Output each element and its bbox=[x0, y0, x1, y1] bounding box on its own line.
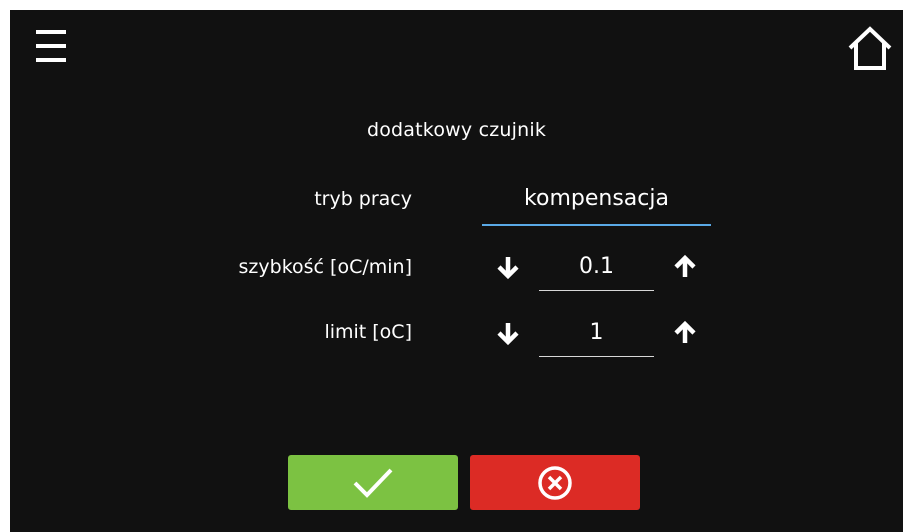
arrow-down-icon[interactable] bbox=[495, 320, 521, 346]
hamburger-menu-icon[interactable] bbox=[36, 28, 68, 64]
arrow-up-icon[interactable] bbox=[672, 320, 698, 346]
settings-screen: dodatkowy czujnik tryb pracy kompensacja… bbox=[10, 10, 903, 532]
home-icon[interactable] bbox=[846, 24, 894, 72]
limit-value-field[interactable]: 1 bbox=[539, 312, 654, 357]
rate-label: szybkość [oC/min] bbox=[238, 256, 412, 278]
rate-value-field[interactable]: 0.1 bbox=[539, 246, 654, 291]
checkmark-icon bbox=[353, 468, 393, 498]
limit-label: limit [oC] bbox=[324, 321, 412, 343]
arrow-up-icon[interactable] bbox=[672, 254, 698, 280]
mode-label: tryb pracy bbox=[314, 188, 412, 210]
cancel-button[interactable] bbox=[470, 455, 640, 510]
confirm-button[interactable] bbox=[288, 455, 458, 510]
arrow-down-icon[interactable] bbox=[495, 254, 521, 280]
mode-field[interactable]: kompensacja bbox=[482, 178, 711, 226]
cancel-circle-x-icon bbox=[538, 465, 572, 500]
page-title: dodatkowy czujnik bbox=[366, 119, 547, 141]
